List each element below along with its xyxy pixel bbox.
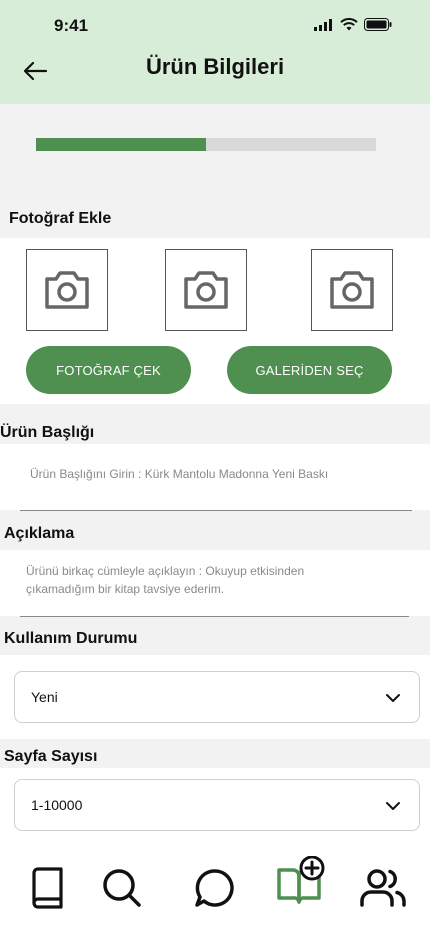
title-field-label: Ürün Başlığı: [0, 424, 95, 441]
users-icon: [360, 869, 406, 907]
progress-fill: [36, 138, 206, 151]
status-time: 9:41: [54, 16, 89, 35]
choose-from-gallery-button[interactable]: GALERİDEN SEÇ: [227, 346, 392, 394]
search-icon: [103, 869, 141, 907]
condition-select[interactable]: Yeni: [14, 671, 420, 723]
description-field-placeholder-line1: Ürünü birkaç cümleyle açıklayın : Okuyup…: [26, 564, 305, 578]
tab-messages[interactable]: [193, 866, 237, 910]
tab-search[interactable]: [100, 866, 144, 910]
tab-library[interactable]: [25, 866, 69, 910]
photo-slot-2[interactable]: [165, 249, 247, 331]
page-count-select-value: 1-10000: [31, 797, 83, 813]
battery-icon: [364, 18, 392, 36]
wifi-icon: [340, 18, 358, 36]
camera-icon: [184, 271, 228, 309]
status-bar: 9:41: [0, 0, 430, 48]
bottom-tab-bar: [0, 848, 430, 932]
tab-community[interactable]: [358, 866, 408, 910]
photo-slot-1[interactable]: [26, 249, 108, 331]
status-icons: [314, 18, 392, 36]
page-title: Ürün Bilgileri: [145, 54, 285, 79]
description-field-underline: [20, 616, 409, 617]
page-count-select[interactable]: 1-10000: [14, 779, 420, 831]
book-icon: [32, 867, 63, 909]
chevron-down-icon: [386, 694, 400, 702]
description-field-label: Açıklama: [4, 525, 75, 542]
take-photo-button[interactable]: FOTOĞRAF ÇEK: [26, 346, 191, 394]
signal-icon: [314, 18, 334, 36]
chevron-down-icon: [386, 802, 400, 810]
title-field-placeholder: Ürün Başlığını Girin : Kürk Mantolu Mado…: [30, 467, 329, 481]
app-header: Ürün Bilgileri: [0, 48, 430, 104]
photo-section-label: Fotoğraf Ekle: [9, 210, 112, 227]
photo-slot-3[interactable]: [311, 249, 393, 331]
chat-icon: [195, 869, 234, 907]
tab-add-book[interactable]: [276, 856, 328, 908]
add-book-icon: [277, 856, 325, 904]
page-count-field-label: Sayfa Sayısı: [4, 748, 98, 765]
condition-select-value: Yeni: [31, 689, 58, 705]
description-field-placeholder-line2: çıkamadığım bir kitap tavsiye ederim.: [26, 582, 225, 596]
title-field-underline: [20, 510, 412, 511]
condition-field-label: Kullanım Durumu: [4, 630, 138, 647]
camera-icon: [330, 271, 374, 309]
progress-bar: [36, 138, 376, 151]
camera-icon: [45, 271, 89, 309]
